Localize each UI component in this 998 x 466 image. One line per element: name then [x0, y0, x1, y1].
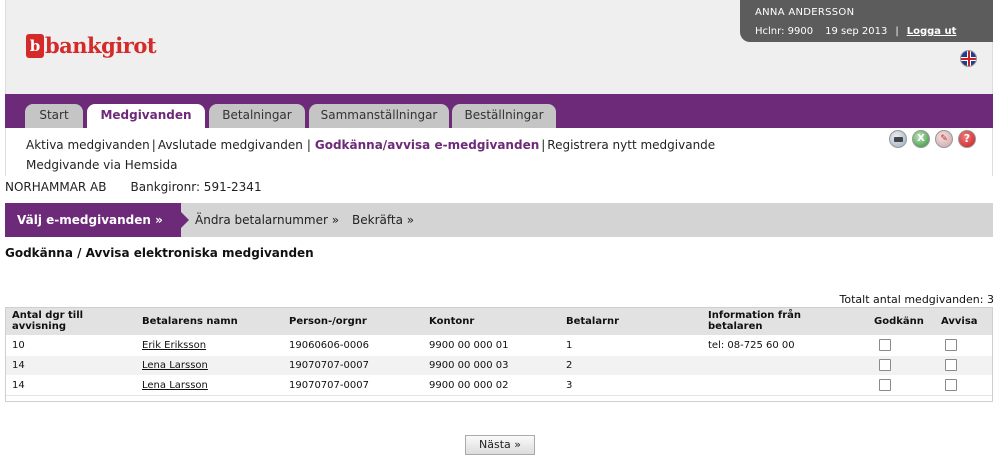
- wizard-steps: Välj e-medgivanden » Ändra betalarnummer…: [5, 203, 993, 237]
- pdf-icon[interactable]: ✎: [935, 130, 953, 148]
- customer-number: Hclnr: 9900: [755, 26, 814, 37]
- total-label: Totalt antal medgivanden:: [839, 293, 984, 306]
- cell-account: 9900 00 000 02: [429, 380, 509, 391]
- cell-payer-no: 3: [566, 380, 573, 391]
- excel-icon[interactable]: X: [912, 130, 930, 148]
- cell-days: 10: [12, 340, 25, 351]
- subnav-avslutade-medgivanden[interactable]: Avslutade medgivanden: [158, 138, 303, 152]
- sub-navigation: Aktiva medgivanden | Avslutade medgivanden…: [5, 128, 993, 176]
- company-info: NORHAMMAR AB Bankgironr: 591-2341: [5, 180, 262, 194]
- tab-bestallningar[interactable]: Beställningar: [452, 104, 556, 128]
- logo-mark: b: [26, 33, 44, 58]
- user-name: ANNA ANDERSSON: [755, 7, 855, 18]
- cell-account: 9900 00 000 01: [429, 340, 509, 351]
- table-row: 10 Erik Eriksson 19060606-0006 9900 00 0…: [6, 335, 992, 355]
- payer-name-link[interactable]: Lena Larsson: [142, 380, 208, 391]
- next-button[interactable]: Nästa »: [465, 435, 535, 455]
- reject-checkbox[interactable]: [945, 379, 957, 391]
- main-navigation: Start Medgivanden Betalningar Sammanstäl…: [5, 94, 993, 128]
- step-valj-e-medgivanden: Välj e-medgivanden »: [5, 203, 189, 237]
- separator: |: [306, 138, 311, 152]
- print-icon[interactable]: [889, 130, 907, 148]
- total-value: 3: [987, 293, 994, 306]
- user-info-box: ANNA ANDERSSON Hclnr: 9900 19 sep 2013 |…: [740, 0, 993, 42]
- cell-payer-no: 2: [566, 360, 573, 371]
- cell-person: 19070707-0007: [289, 360, 369, 371]
- separator: |: [151, 138, 156, 152]
- tab-betalningar[interactable]: Betalningar: [209, 104, 305, 128]
- payer-name-link[interactable]: Lena Larsson: [142, 360, 208, 371]
- cell-person: 19060606-0006: [289, 340, 369, 351]
- tab-sammanstallningar[interactable]: Sammanställningar: [309, 104, 449, 128]
- header-info: Information från betalaren: [708, 310, 801, 332]
- step-bekrafta: Bekräfta »: [352, 213, 415, 227]
- tab-start[interactable]: Start: [25, 104, 83, 128]
- subnav-godkanna-avvisa[interactable]: Godkänna/avvisa e-medgivanden: [315, 138, 539, 152]
- step-andra-betalarnummer: Ändra betalarnummer »: [195, 213, 340, 227]
- divider: |: [895, 26, 899, 37]
- cell-person: 19070707-0007: [289, 380, 369, 391]
- cell-account: 9900 00 000 03: [429, 360, 509, 371]
- header-reject: Avvisa: [941, 316, 978, 327]
- header-days: Antal dgr till avvisning: [12, 310, 84, 332]
- company-name: NORHAMMAR AB: [5, 180, 107, 194]
- header-name: Betalarens namn: [142, 316, 238, 327]
- approve-checkbox[interactable]: [879, 359, 891, 371]
- bankgiro-number: Bankgironr: 591-2341: [130, 180, 262, 194]
- reject-checkbox[interactable]: [945, 359, 957, 371]
- sub-nav-links: Aktiva medgivanden | Avslutade medgivanden…: [26, 135, 715, 175]
- subnav-registrera-nytt[interactable]: Registrera nytt medgivande: [547, 138, 715, 152]
- table-header: Antal dgr till avvisning Betalarens namn…: [6, 308, 992, 335]
- user-meta: Hclnr: 9900 19 sep 2013 | Logga ut: [755, 26, 993, 37]
- bankgirot-logo[interactable]: b bankgirot: [26, 33, 157, 58]
- table-footer: [6, 395, 992, 401]
- table-row: 14 Lena Larsson 19070707-0007 9900 00 00…: [6, 355, 992, 375]
- subnav-aktiva-medgivanden[interactable]: Aktiva medgivanden: [26, 138, 150, 152]
- toolbar-icons: X ✎ ?: [889, 130, 976, 148]
- separator: |: [541, 138, 546, 152]
- help-icon[interactable]: ?: [958, 130, 976, 148]
- header-account: Kontonr: [429, 316, 475, 327]
- logout-link[interactable]: Logga ut: [907, 26, 957, 37]
- cell-info: tel: 08-725 60 00: [708, 340, 795, 351]
- page-title: Godkänna / Avvisa elektroniska medgivand…: [5, 246, 314, 260]
- cell-days: 14: [12, 360, 25, 371]
- cell-payer-no: 1: [566, 340, 573, 351]
- tab-medgivanden[interactable]: Medgivanden: [87, 104, 205, 128]
- current-date: 19 sep 2013: [825, 26, 888, 37]
- mandates-table: Antal dgr till avvisning Betalarens namn…: [5, 307, 993, 402]
- cell-days: 14: [12, 380, 25, 391]
- header-person: Person-/orgnr: [289, 316, 367, 327]
- table-row: 14 Lena Larsson 19070707-0007 9900 00 00…: [6, 375, 992, 395]
- uk-flag-icon[interactable]: [960, 50, 977, 67]
- subnav-medgivande-via-hemsida[interactable]: Medgivande via Hemsida: [26, 158, 177, 172]
- approve-checkbox[interactable]: [879, 379, 891, 391]
- reject-checkbox[interactable]: [945, 339, 957, 351]
- logo-text: bankgirot: [45, 33, 157, 58]
- header-payer-no: Betalarnr: [566, 316, 620, 327]
- payer-name-link[interactable]: Erik Eriksson: [142, 340, 206, 351]
- approve-checkbox[interactable]: [879, 339, 891, 351]
- header-approve: Godkänn: [874, 316, 924, 327]
- total-count: Totalt antal medgivanden: 3: [840, 293, 994, 306]
